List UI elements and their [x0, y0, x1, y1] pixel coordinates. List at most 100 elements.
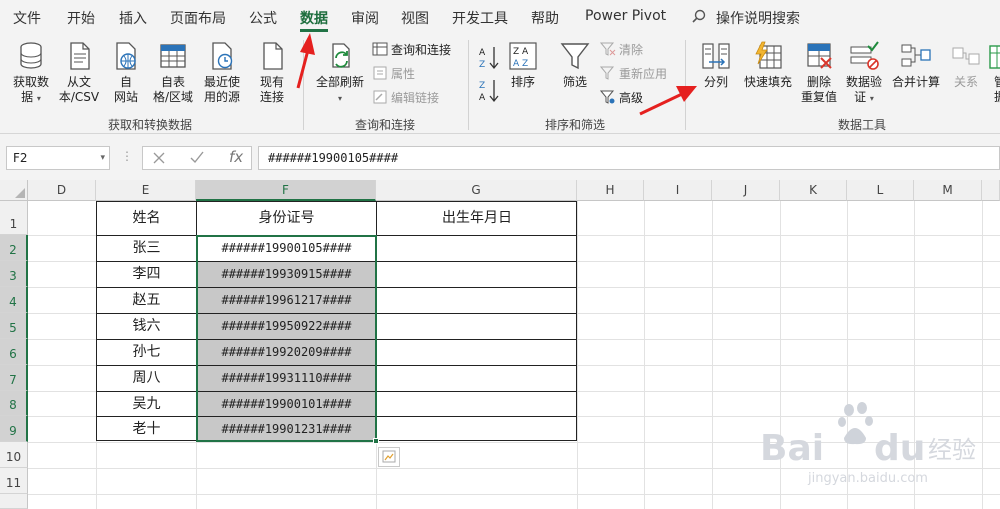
text-to-columns-button[interactable]: 分列: [694, 40, 738, 90]
refresh-all-button[interactable]: 全部刷新 ▾: [312, 40, 368, 106]
manage-data-model-button[interactable]: 管 据: [988, 40, 1000, 105]
table-cell-birthdate[interactable]: [377, 417, 577, 441]
table-cell-name[interactable]: 赵五: [97, 288, 197, 314]
chevron-down-icon[interactable]: ▾: [100, 147, 105, 169]
tab-view[interactable]: 视图: [401, 8, 429, 28]
table-cell-id[interactable]: ######19900105####: [197, 236, 377, 262]
recent-sources-button[interactable]: 最近使 用的源: [200, 40, 244, 105]
sort-desc-icon[interactable]: Z A: [478, 78, 500, 104]
from-web-button[interactable]: 自 网站: [106, 40, 146, 105]
table-cell-name[interactable]: 吴九: [97, 392, 197, 417]
row-header-10[interactable]: 10: [0, 442, 28, 468]
table-cell-birthdate[interactable]: [377, 392, 577, 417]
tab-help[interactable]: 帮助: [531, 8, 559, 28]
formula-input[interactable]: ######19900105####: [258, 146, 1000, 170]
table-cell-id[interactable]: ######19901231####: [197, 417, 377, 441]
tab-developer[interactable]: 开发工具: [452, 8, 508, 28]
table-cell-id[interactable]: ######19920209####: [197, 340, 377, 366]
column-header-e[interactable]: E: [96, 180, 196, 201]
row-header-3[interactable]: 3: [0, 261, 28, 287]
get-data-button[interactable]: 获取数 据 ▾: [8, 40, 54, 106]
quick-analysis-button[interactable]: [378, 447, 400, 467]
row-header-6[interactable]: 6: [0, 339, 28, 365]
existing-connections-button[interactable]: 现有 连接: [252, 40, 292, 105]
table-cell-id[interactable]: ######19931110####: [197, 366, 377, 392]
row-number: 4: [9, 295, 17, 309]
flash-fill-button[interactable]: 快速填充: [740, 40, 796, 90]
select-all-button[interactable]: [0, 180, 28, 201]
row-header-12[interactable]: 12: [0, 494, 28, 509]
data-validation-icon: [850, 41, 879, 70]
filter-button[interactable]: 筛选: [558, 40, 592, 90]
edit-links-button[interactable]: 编辑链接: [372, 89, 439, 107]
table-cell-birthdate[interactable]: [377, 366, 577, 392]
sort-button[interactable]: Z A A Z 排序: [506, 40, 540, 90]
queries-connections-button[interactable]: 查询和连接: [372, 41, 451, 59]
tab-power-pivot[interactable]: Power Pivot: [585, 8, 666, 24]
column-header-overflow[interactable]: [982, 180, 1000, 201]
close-icon[interactable]: [153, 152, 165, 164]
column-header-i[interactable]: I: [644, 180, 712, 201]
row-header-7[interactable]: 7: [0, 365, 28, 391]
data-validation-button[interactable]: 数据验 证 ▾: [842, 40, 886, 106]
row-header-4[interactable]: 4: [0, 287, 28, 313]
table-cell-name[interactable]: 张三: [97, 236, 197, 262]
column-header-l[interactable]: L: [847, 180, 914, 201]
advanced-filter-button[interactable]: 高级: [600, 89, 643, 107]
name-box[interactable]: F2 ▾: [6, 146, 110, 170]
tell-me-search[interactable]: 操作说明搜索: [716, 8, 800, 28]
table-cell-name[interactable]: 孙七: [97, 340, 197, 366]
table-cell-id[interactable]: ######19950922####: [197, 314, 377, 340]
column-header-m[interactable]: M: [914, 180, 982, 201]
table-cell-birthdate[interactable]: [377, 314, 577, 340]
tab-home[interactable]: 开始: [67, 8, 95, 28]
fill-handle[interactable]: [373, 438, 379, 444]
row-header-2[interactable]: 2: [0, 235, 28, 261]
column-header-h[interactable]: H: [577, 180, 644, 201]
row-header-9[interactable]: 9: [0, 416, 28, 442]
from-table-range-button[interactable]: 自表 格/区域: [148, 40, 198, 105]
row-header-1[interactable]: 1: [0, 201, 28, 235]
clear-filter-button[interactable]: 清除: [600, 41, 643, 59]
column-header-g[interactable]: G: [376, 180, 577, 201]
consolidate-button[interactable]: 合并计算: [888, 40, 944, 90]
formula-bar-splitter[interactable]: ⋮: [121, 149, 133, 163]
tab-data[interactable]: 数据: [300, 8, 328, 28]
row-header-8[interactable]: 8: [0, 391, 28, 416]
remove-duplicates-button[interactable]: 删除 重复值: [798, 40, 840, 105]
table-cell-birthdate[interactable]: [377, 288, 577, 314]
table-cell-name[interactable]: 李四: [97, 262, 197, 288]
header-cell-birthdate[interactable]: 出生年月日: [377, 202, 577, 236]
relationships-button[interactable]: 关系: [946, 40, 986, 90]
table-cell-birthdate[interactable]: [377, 340, 577, 366]
table-cell-id[interactable]: ######19900101####: [197, 392, 377, 417]
tab-review[interactable]: 审阅: [351, 8, 379, 28]
table-cell-name[interactable]: 老十: [97, 417, 197, 441]
table-cell-birthdate[interactable]: [377, 236, 577, 262]
table-cell-id[interactable]: ######19961217####: [197, 288, 377, 314]
insert-function-button[interactable]: fx: [229, 148, 243, 166]
tab-file[interactable]: 文件: [13, 8, 41, 28]
properties-button[interactable]: 属性: [372, 65, 415, 83]
column-header-d[interactable]: D: [28, 180, 96, 201]
column-header-k[interactable]: K: [780, 180, 847, 201]
row-number: 10: [5, 450, 22, 464]
table-cell-birthdate[interactable]: [377, 262, 577, 288]
check-icon[interactable]: [190, 151, 204, 164]
row-header-5[interactable]: 5: [0, 313, 28, 339]
row-header-11[interactable]: 11: [0, 468, 28, 494]
table-cell-name[interactable]: 钱六: [97, 314, 197, 340]
tab-page-layout[interactable]: 页面布局: [170, 8, 226, 28]
reapply-button[interactable]: 重新应用: [600, 65, 667, 83]
search-icon[interactable]: [692, 9, 706, 23]
column-header-j[interactable]: J: [712, 180, 780, 201]
header-cell-id[interactable]: 身份证号: [197, 202, 377, 236]
table-cell-name[interactable]: 周八: [97, 366, 197, 392]
column-header-f[interactable]: F: [196, 180, 376, 201]
from-text-csv-button[interactable]: 从文 本/CSV: [56, 40, 102, 105]
header-cell-name[interactable]: 姓名: [97, 202, 197, 236]
sort-asc-icon[interactable]: A Z: [478, 45, 500, 71]
table-cell-id[interactable]: ######19930915####: [197, 262, 377, 288]
tab-formulas[interactable]: 公式: [249, 8, 277, 28]
tab-insert[interactable]: 插入: [119, 8, 147, 28]
